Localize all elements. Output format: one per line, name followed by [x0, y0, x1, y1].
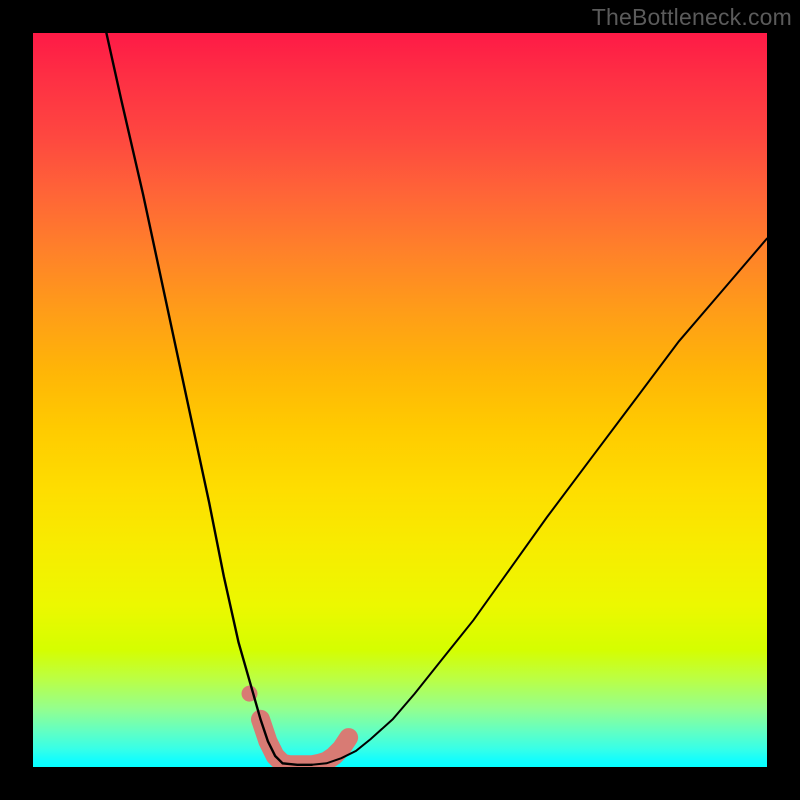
plot-area [33, 33, 767, 767]
watermark-text: TheBottleneck.com [592, 4, 792, 31]
right-curve [312, 239, 767, 765]
chart-frame: TheBottleneck.com [0, 0, 800, 800]
trough-highlight [261, 719, 349, 765]
curves-layer [33, 33, 767, 767]
left-curve [106, 33, 312, 765]
